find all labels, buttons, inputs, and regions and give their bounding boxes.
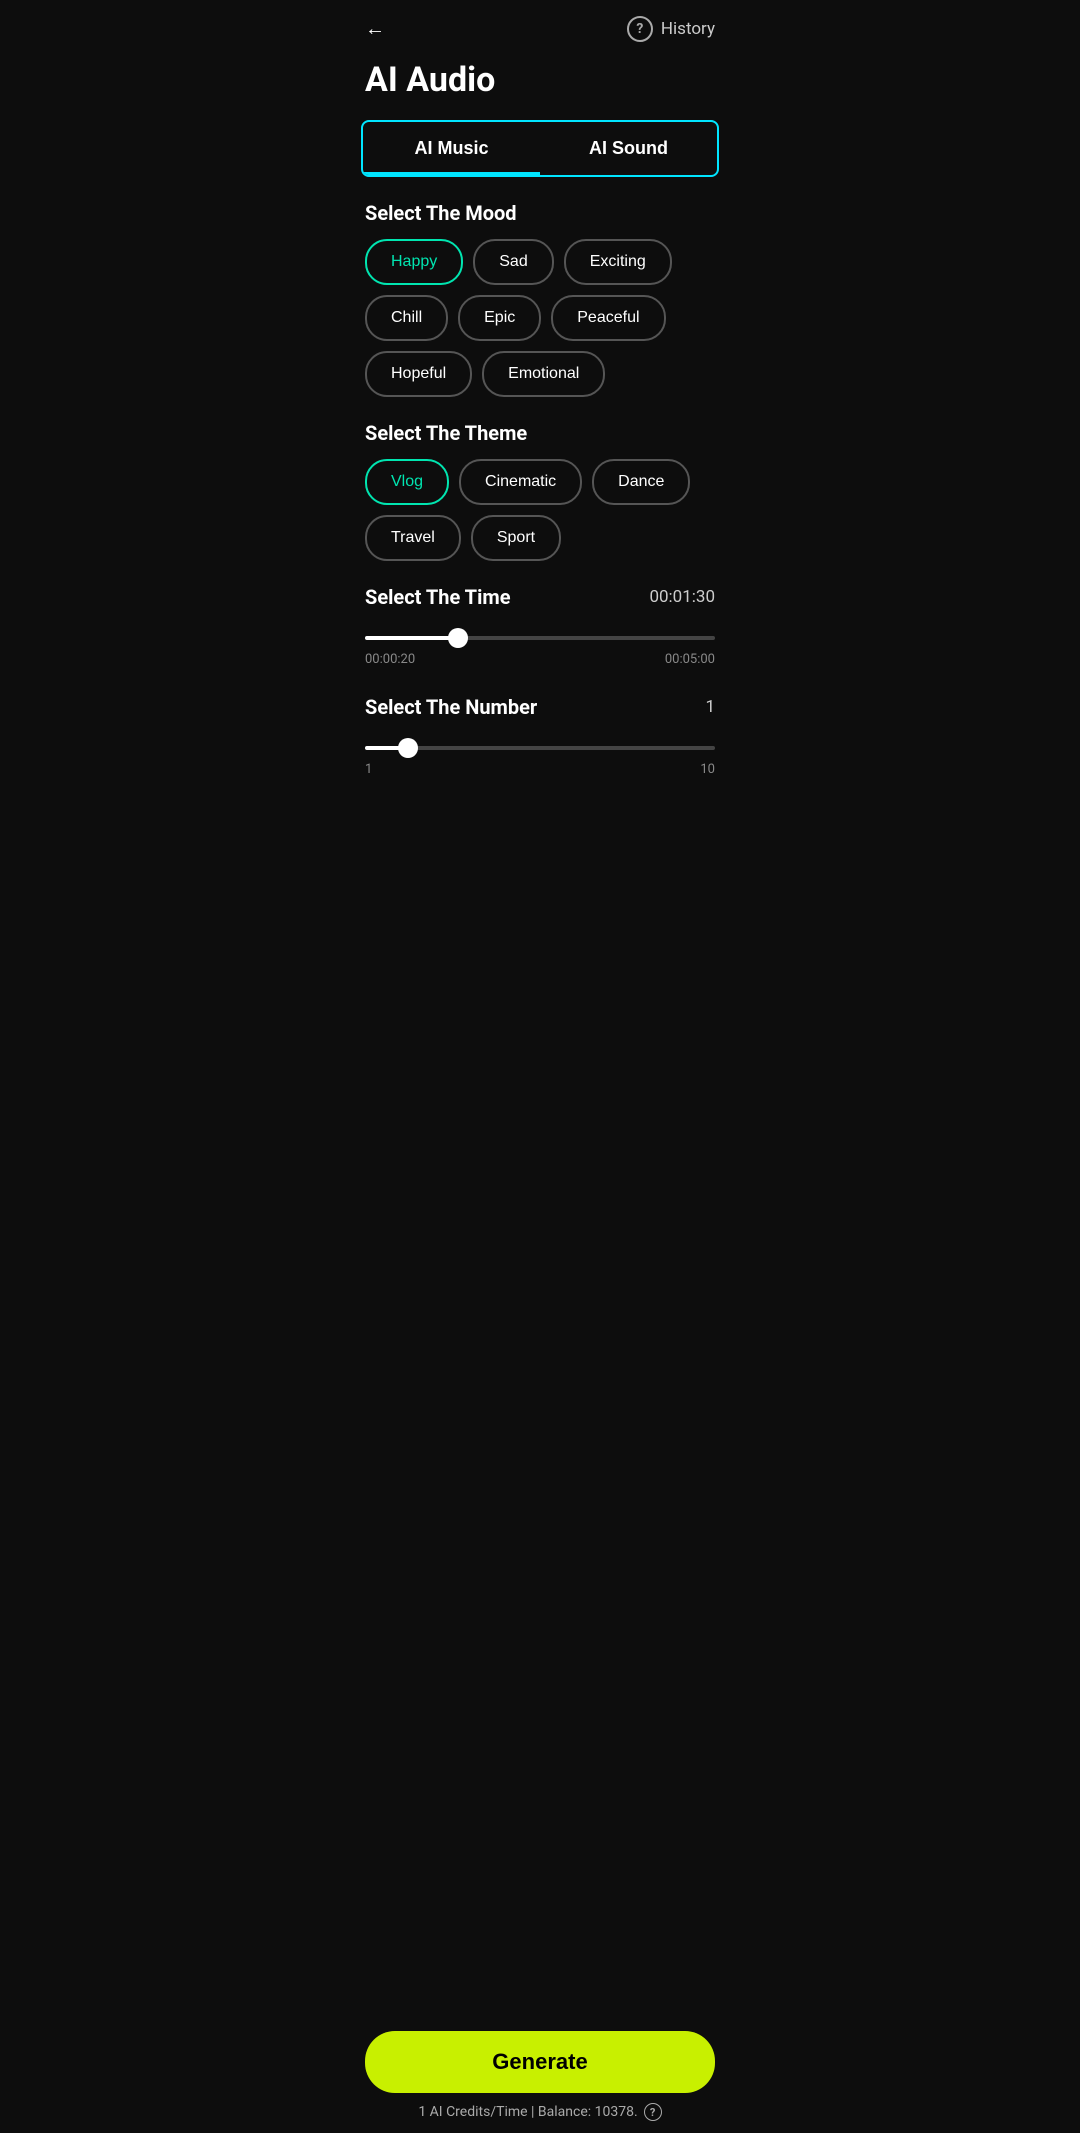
mood-chip-chill[interactable]: Chill (365, 295, 448, 341)
tab-bar: AI Music AI Sound (361, 120, 719, 177)
tab-ai-sound[interactable]: AI Sound (540, 122, 717, 175)
number-select-title: Select The Number (365, 695, 537, 719)
generate-button[interactable]: Generate (365, 2031, 715, 2093)
theme-chip-dance[interactable]: Dance (592, 459, 690, 505)
tab-ai-music[interactable]: AI Music (363, 122, 540, 175)
header-right: ? History (627, 16, 715, 42)
mood-chip-grid: Happy Sad Exciting Chill Epic Peaceful H… (345, 239, 735, 421)
back-button[interactable]: ← (365, 18, 385, 41)
time-select-value: 00:01:30 (649, 587, 715, 607)
time-select-title: Select The Time (365, 585, 511, 609)
mood-section: Select The Mood Happy Sad Exciting Chill… (345, 201, 735, 421)
number-min-label: 1 (365, 762, 372, 777)
theme-chip-cinematic[interactable]: Cinematic (459, 459, 582, 505)
mood-chip-happy[interactable]: Happy (365, 239, 463, 285)
mood-chip-peaceful[interactable]: Peaceful (551, 295, 665, 341)
credits-help-icon[interactable]: ? (644, 2103, 662, 2121)
credits-row: 1 AI Credits/Time | Balance: 10378. ? (365, 2103, 715, 2121)
time-select-section: Select The Time 00:01:30 00:00:20 00:05:… (345, 585, 735, 695)
page-title: AI Audio (345, 52, 735, 120)
credits-text: 1 AI Credits/Time | Balance: 10378. (418, 2104, 637, 2120)
number-select-value: 1 (705, 697, 715, 717)
bottom-bar: Generate 1 AI Credits/Time | Balance: 10… (345, 2015, 735, 2133)
mood-chip-exciting[interactable]: Exciting (564, 239, 672, 285)
mood-chip-epic[interactable]: Epic (458, 295, 541, 341)
mood-section-title: Select The Mood (345, 201, 735, 239)
help-icon[interactable]: ? (627, 16, 653, 42)
time-min-label: 00:00:20 (365, 652, 415, 667)
time-max-label: 00:05:00 (665, 652, 715, 667)
theme-chip-vlog[interactable]: Vlog (365, 459, 449, 505)
mood-chip-hopeful[interactable]: Hopeful (365, 351, 472, 397)
number-max-label: 10 (700, 762, 715, 777)
history-label[interactable]: History (661, 19, 715, 39)
theme-section: Select The Theme Vlog Cinematic Dance Tr… (345, 421, 735, 585)
time-slider[interactable] (365, 636, 715, 640)
number-select-section: Select The Number 1 1 10 (345, 695, 735, 805)
theme-section-title: Select The Theme (345, 421, 735, 459)
header: ← ? History (345, 0, 735, 52)
mood-chip-emotional[interactable]: Emotional (482, 351, 605, 397)
theme-chip-grid: Vlog Cinematic Dance Travel Sport (345, 459, 735, 585)
number-slider[interactable] (365, 746, 715, 750)
mood-chip-sad[interactable]: Sad (473, 239, 553, 285)
theme-chip-travel[interactable]: Travel (365, 515, 461, 561)
theme-chip-sport[interactable]: Sport (471, 515, 561, 561)
